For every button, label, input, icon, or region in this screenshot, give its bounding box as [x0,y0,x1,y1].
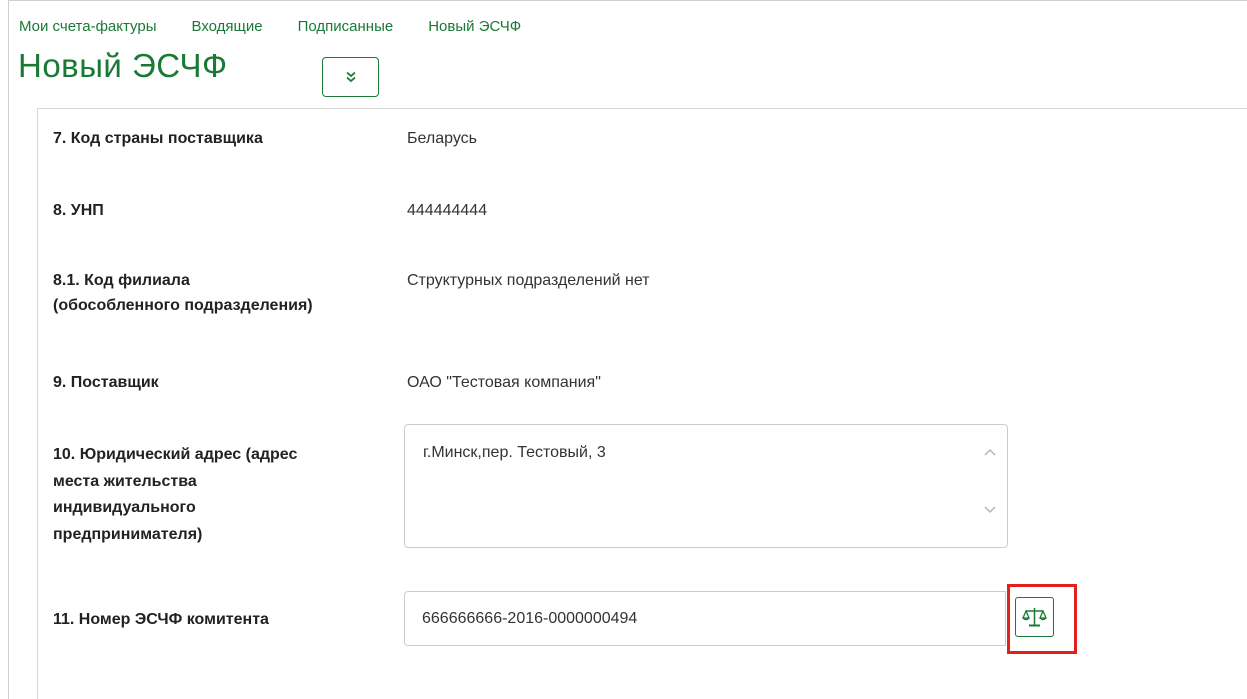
double-chevron-down-icon [345,71,356,83]
window-left-border [8,0,9,699]
nav-link-new-invoice[interactable]: Новый ЭСЧФ [428,18,521,35]
field-8-label: 8. УНП [53,202,104,219]
nav-link-signed[interactable]: Подписанные [298,18,394,35]
field-8-1-label-line2: (обособленного подразделения) [53,297,313,314]
field-11-label: 11. Номер ЭСЧФ комитента [53,611,269,628]
legal-address-text: г.Минск,пер. Тестовый, 3 [423,444,606,461]
field-7-value: Беларусь [407,130,477,147]
field-8-1-value: Структурных подразделений нет [407,272,650,289]
scale-balance-icon [1022,608,1047,627]
commitent-invoice-number-input[interactable] [404,591,1006,646]
nav-link-my-invoices[interactable]: Мои счета-фактуры [19,18,157,35]
field-10-label: 10. Юридический адрес (адрес места жител… [53,442,297,548]
page-title: Новый ЭСЧФ [18,47,228,84]
field-10-label-line1: 10. Юридический адрес (адрес [53,446,298,463]
field-10-label-line4: предпринимателя) [53,525,203,543]
compare-button[interactable] [1015,597,1054,637]
title-dropdown-button[interactable] [322,57,379,97]
legal-address-textarea[interactable]: г.Минск,пер. Тестовый, 3 [404,424,1008,548]
scroll-down-icon[interactable] [983,505,997,515]
field-8-1-label-line1: 8.1. Код филиала [53,272,190,289]
window-top-border [8,0,1247,1]
top-navigation: Мои счета-фактуры Входящие Подписанные Новы… [19,18,556,35]
field-9-value: ОАО "Тестовая компания" [407,374,601,391]
field-9-label: 9. Поставщик [53,374,159,391]
nav-link-incoming[interactable]: Входящие [192,18,263,35]
field-8-value: 444444444 [407,202,488,219]
scroll-up-icon[interactable] [983,447,997,457]
field-10-label-line3: индивидуального [53,499,196,516]
field-8-1-label: 8.1. Код филиала (обособленного подразде… [53,268,313,318]
field-7-label: 7. Код страны поставщика [53,130,263,147]
field-10-label-line2: места жительства [53,472,197,490]
